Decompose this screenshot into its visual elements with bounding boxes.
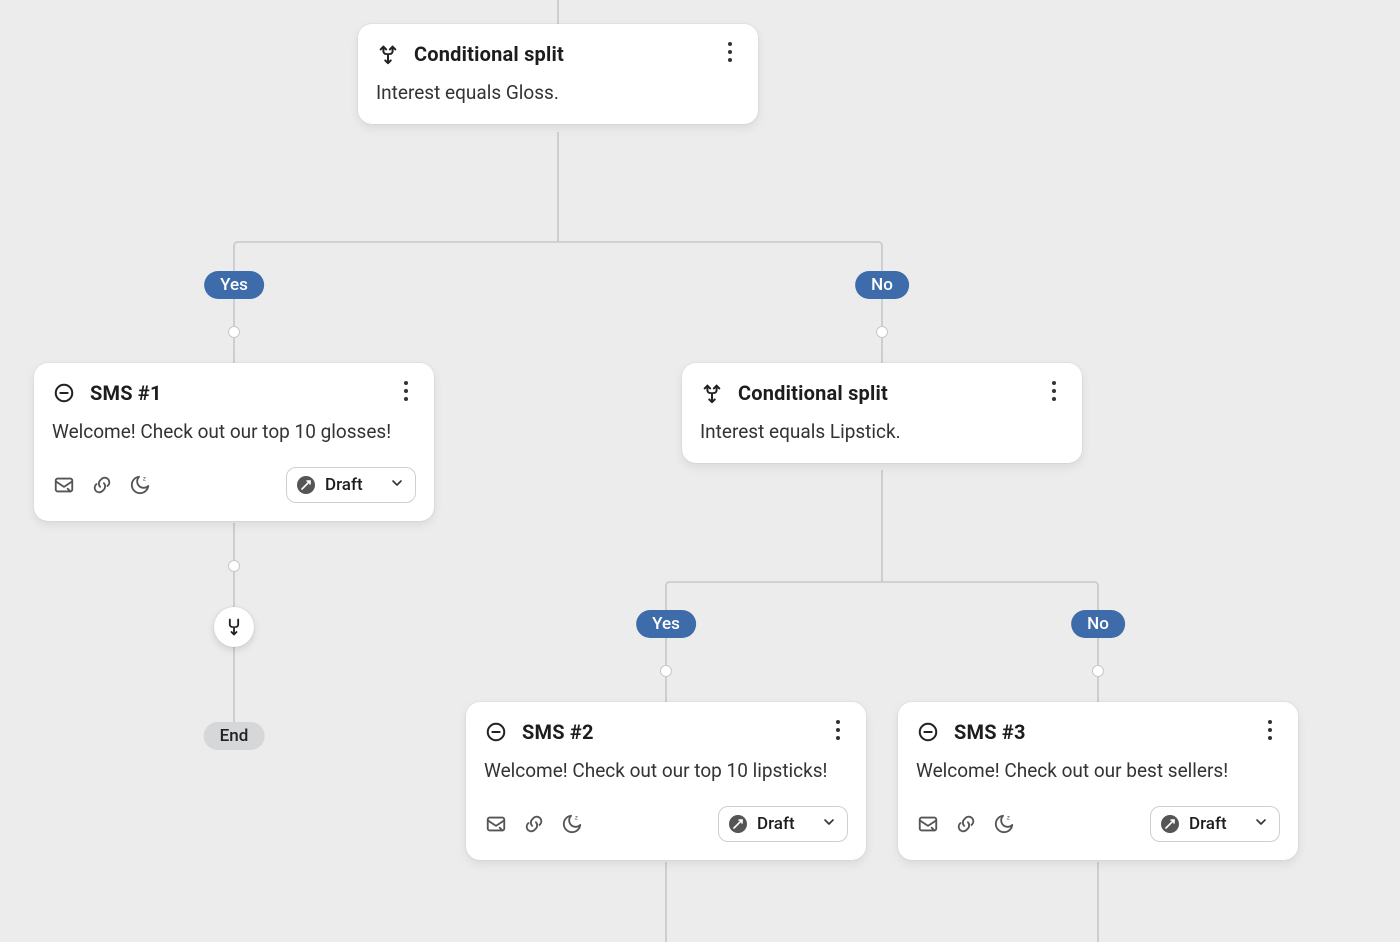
card-menu-button[interactable] [1040,377,1068,405]
utm-tracking-icon[interactable] [90,473,114,497]
quiet-hours-icon[interactable]: z [992,812,1016,836]
status-dropdown[interactable]: Draft [1150,806,1280,842]
sms-card-1[interactable]: SMS #1 Welcome! Check out our top 10 glo… [34,363,434,521]
add-step-button[interactable] [214,607,254,647]
utm-tracking-icon[interactable] [522,812,546,836]
connection-port[interactable] [660,665,672,677]
card-menu-button[interactable] [824,716,852,744]
card-title: SMS #2 [522,720,594,744]
connection-port[interactable] [228,326,240,338]
svg-text:z: z [575,813,578,821]
card-title: SMS #3 [954,720,1026,744]
status-label: Draft [1189,814,1227,834]
smart-sending-icon[interactable] [916,812,940,836]
chevron-down-icon [389,475,405,495]
conditional-split-card-1[interactable]: Conditional split Interest equals Gloss. [358,24,758,124]
card-title: Conditional split [738,381,888,405]
status-bullet-icon [1161,815,1179,833]
sms-icon [52,381,76,405]
split-icon [700,381,724,405]
sms-card-3[interactable]: SMS #3 Welcome! Check out our best selle… [898,702,1298,860]
card-menu-button[interactable] [392,377,420,405]
smart-sending-icon[interactable] [484,812,508,836]
card-title: Conditional split [414,42,564,66]
card-condition: Interest equals Gloss. [376,80,740,106]
quiet-hours-icon[interactable]: z [128,473,152,497]
card-menu-button[interactable] [716,38,744,66]
status-dropdown[interactable]: Draft [286,467,416,503]
split-icon [376,42,400,66]
card-body-text: Welcome! Check out our best sellers! [916,758,1280,784]
card-body-text: Welcome! Check out our top 10 glosses! [52,419,416,445]
branch-no-badge: No [1071,610,1125,638]
connection-port[interactable] [876,326,888,338]
end-badge: End [204,722,265,750]
sms-icon [484,720,508,744]
card-body-text: Welcome! Check out our top 10 lipsticks! [484,758,848,784]
status-dropdown[interactable]: Draft [718,806,848,842]
quiet-hours-icon[interactable]: z [560,812,584,836]
card-title: SMS #1 [90,381,162,405]
branch-yes-badge: Yes [636,610,696,638]
status-label: Draft [757,814,795,834]
svg-text:z: z [143,474,146,482]
branch-no-badge: No [855,271,909,299]
connection-port[interactable] [1092,665,1104,677]
chevron-down-icon [1253,814,1269,834]
sms-icon [916,720,940,744]
status-bullet-icon [297,476,315,494]
status-label: Draft [325,475,363,495]
conditional-split-card-2[interactable]: Conditional split Interest equals Lipsti… [682,363,1082,463]
connection-port[interactable] [228,560,240,572]
branch-yes-badge: Yes [204,271,264,299]
sms-card-2[interactable]: SMS #2 Welcome! Check out our top 10 lip… [466,702,866,860]
card-condition: Interest equals Lipstick. [700,419,1064,445]
svg-text:z: z [1007,813,1010,821]
smart-sending-icon[interactable] [52,473,76,497]
chevron-down-icon [821,814,837,834]
flow-canvas[interactable]: Conditional split Interest equals Gloss.… [0,0,1400,942]
utm-tracking-icon[interactable] [954,812,978,836]
status-bullet-icon [729,815,747,833]
card-menu-button[interactable] [1256,716,1284,744]
